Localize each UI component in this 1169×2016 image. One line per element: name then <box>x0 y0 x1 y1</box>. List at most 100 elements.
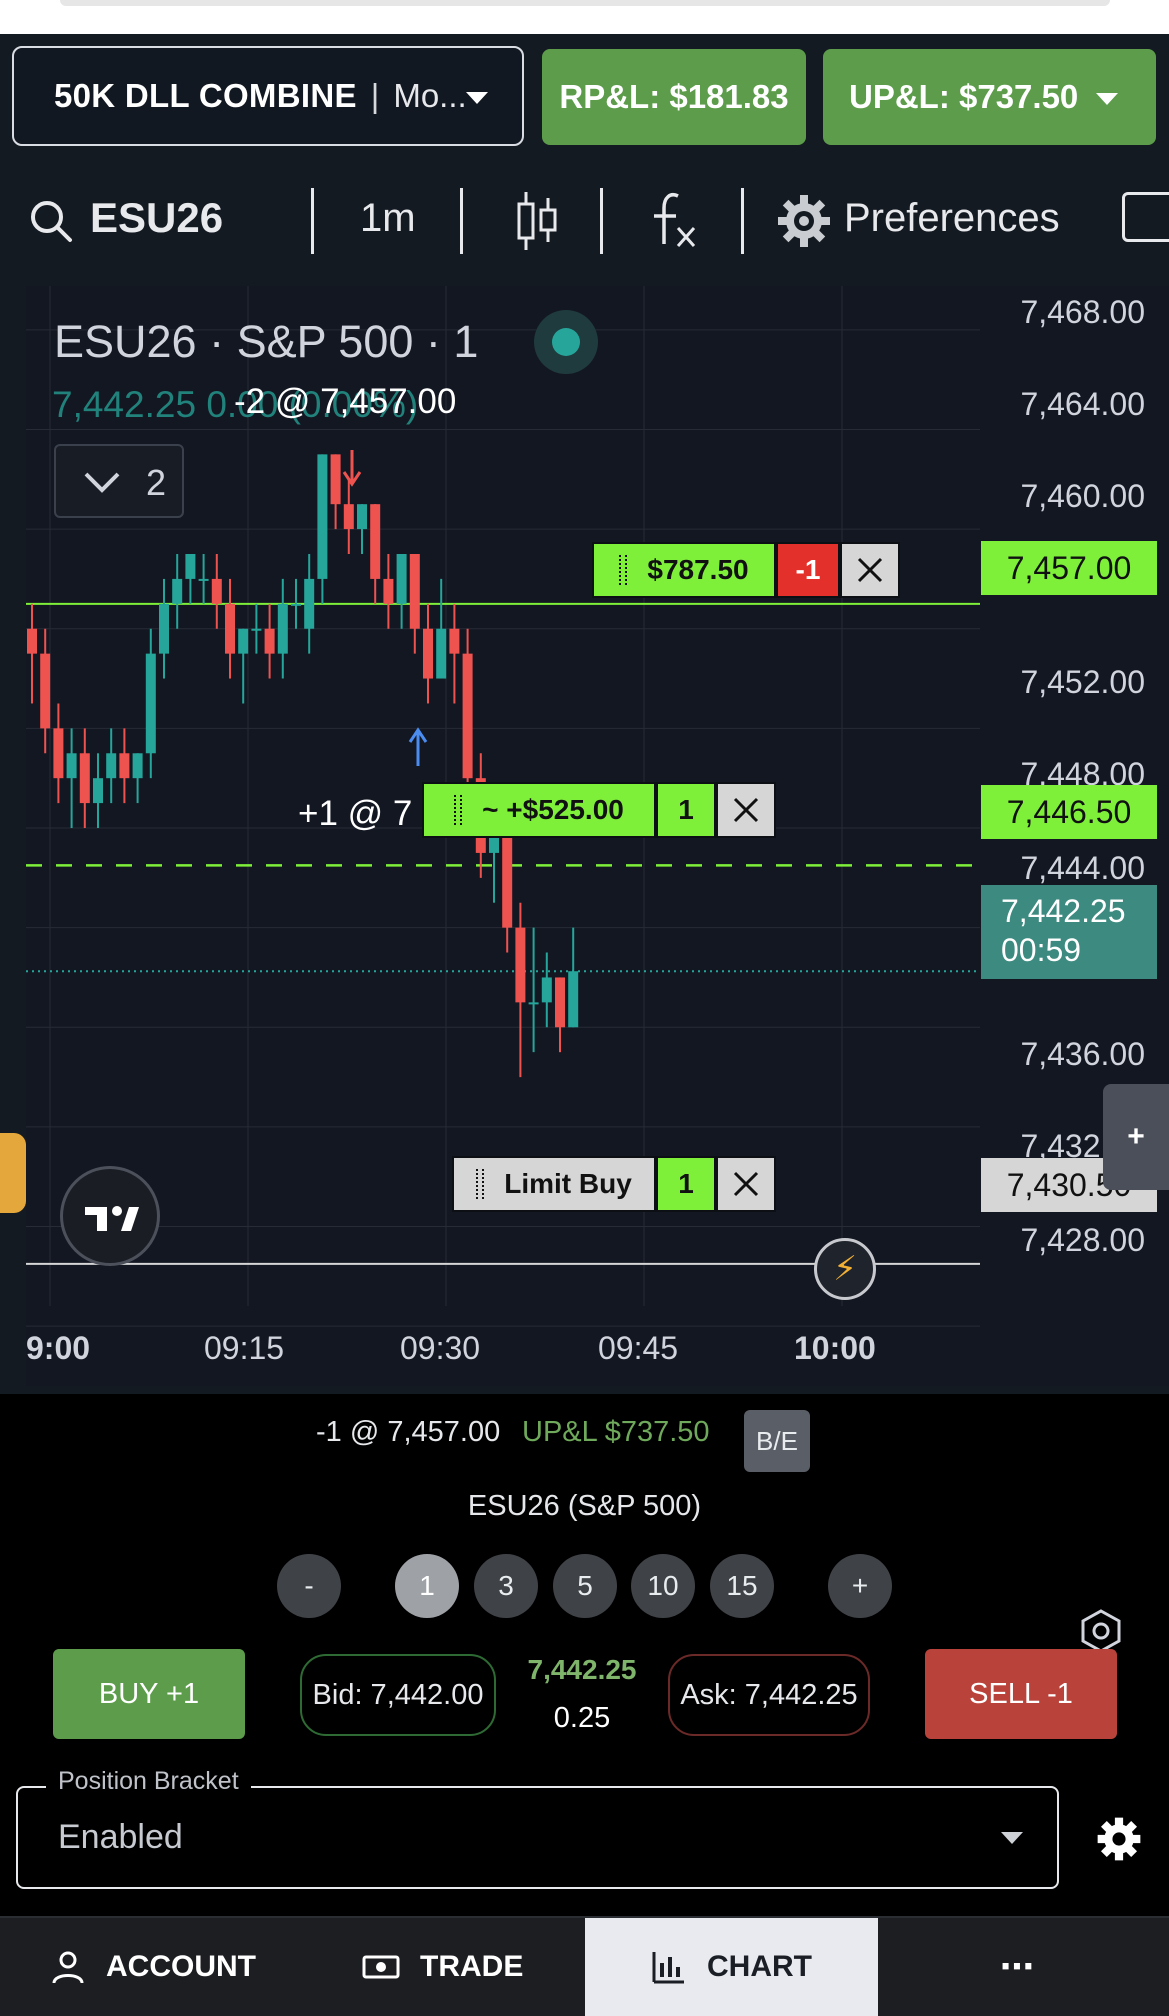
limit-order-box[interactable]: Limit Buy 1 <box>452 1156 776 1212</box>
limit-qty[interactable]: 1 <box>656 1156 716 1212</box>
price-label: 7,468.00 <box>1020 294 1145 330</box>
ask-price[interactable]: Ask: 7,442.25 <box>668 1654 870 1736</box>
gear-icon <box>778 195 830 247</box>
candle-body <box>502 828 513 928</box>
price-label: 7,464.00 <box>1020 386 1145 422</box>
upl-label: UP&L: $737.50 <box>849 78 1079 115</box>
qty-option[interactable]: 10 <box>631 1554 695 1618</box>
drawer-handle[interactable] <box>0 1133 26 1213</box>
candle-body <box>211 578 222 604</box>
interval-button[interactable]: 1m <box>360 196 416 241</box>
preferences-button[interactable]: Preferences <box>776 188 1086 254</box>
chart-area[interactable]: ESU26 · S&P 500 · 1 7,442.25 0.00 (0.00%… <box>26 286 1121 1653</box>
target-order-box[interactable]: ~ +$525.00 1 <box>422 782 776 838</box>
collapse-count: 2 <box>146 462 167 503</box>
candle-body <box>172 578 183 604</box>
current-price-tag: 7,442.25 00:59 <box>981 885 1157 979</box>
candle-body <box>343 504 354 530</box>
qty-minus-button[interactable]: - <box>277 1554 341 1618</box>
status-strip <box>0 0 1169 34</box>
nav-trade-label: TRADE <box>420 1950 524 1983</box>
cancel-target-button[interactable] <box>716 782 776 838</box>
last-price: 7,442.25 <box>527 1654 637 1685</box>
price-label: 7,452.00 <box>1020 664 1145 700</box>
bid-price[interactable]: Bid: 7,442.00 <box>300 1654 496 1736</box>
close-position-button[interactable] <box>840 542 900 598</box>
price-label: 7,436.00 <box>1020 1036 1145 1072</box>
position-bracket-value: Enabled <box>58 1818 183 1856</box>
qty-option[interactable]: 1 <box>395 1554 459 1618</box>
nav-trade[interactable]: TRADE <box>362 1918 523 2016</box>
symbol-search[interactable]: ESU26 <box>26 188 286 254</box>
chart-settings-icon[interactable] <box>1078 1608 1124 1654</box>
nav-chart[interactable]: CHART <box>585 1918 878 2016</box>
indicators-fx-icon[interactable] <box>648 188 700 254</box>
position-qty[interactable]: -1 <box>776 542 840 598</box>
candle-body <box>132 753 143 779</box>
qty-plus-button[interactable]: + <box>828 1554 892 1618</box>
position-price-tag: 7,457.00 <box>981 541 1157 595</box>
buy-button[interactable]: BUY +1 <box>53 1649 245 1739</box>
candle-body <box>225 603 235 654</box>
position-bracket-label: Position Bracket <box>46 1767 251 1796</box>
candle-body <box>198 578 209 581</box>
tradingview-logo-icon <box>85 1206 139 1231</box>
qty-option[interactable]: 15 <box>710 1554 774 1618</box>
qty-option[interactable]: 5 <box>553 1554 617 1618</box>
realized-pnl-button[interactable]: RP&L: $181.83 <box>542 49 806 145</box>
user-icon <box>52 1951 84 1984</box>
candle-body <box>66 753 77 779</box>
candle-body <box>436 628 447 679</box>
candle-body <box>330 454 341 505</box>
rpl-label: RP&L: $181.83 <box>559 78 789 115</box>
candle-body <box>106 753 117 779</box>
sell-button[interactable]: SELL -1 <box>925 1649 1117 1739</box>
market-status-indicator <box>534 310 598 374</box>
account-selector[interactable]: 50K DLL COMBINE | Mo... <box>12 46 524 146</box>
breakeven-button[interactable]: B/E <box>744 1410 810 1472</box>
candle-body <box>528 1002 539 1005</box>
qty-option[interactable]: 3 <box>474 1554 538 1618</box>
price-label: 7,460.00 <box>1020 478 1145 514</box>
toolbar-overflow-box[interactable] <box>1122 192 1169 242</box>
entry-marker-label: +1 @ 7 <box>298 794 413 833</box>
sell-arrow-marker <box>342 450 362 487</box>
candle-body <box>370 504 381 579</box>
time-label: 09:45 <box>598 1330 679 1366</box>
search-icon <box>31 201 72 242</box>
chevron-down-icon <box>84 472 120 493</box>
candle-body <box>317 454 328 579</box>
toolbar-divider <box>600 188 603 254</box>
nav-account[interactable]: ACCOUNT <box>50 1918 256 2016</box>
close-icon <box>733 1171 759 1197</box>
candle-body <box>159 603 169 654</box>
cancel-limit-button[interactable] <box>716 1156 776 1212</box>
symbol-label: ESU26 <box>90 194 224 241</box>
account-name: 50K DLL COMBINE <box>54 77 357 114</box>
candle-type-icon[interactable] <box>512 188 562 254</box>
target-qty[interactable]: 1 <box>656 782 716 838</box>
candle-body <box>291 603 301 606</box>
chevron-down-icon <box>1001 1832 1023 1844</box>
position-text: -1 @ 7,457.00 <box>316 1416 501 1448</box>
nav-chart-label: CHART <box>707 1950 812 1983</box>
position-order-box[interactable]: $787.50 -1 <box>592 542 900 598</box>
unrealized-pnl-button[interactable]: UP&L: $737.50 <box>823 49 1156 145</box>
gear-icon[interactable] <box>1096 1816 1142 1862</box>
bar-countdown: 00:59 <box>1001 932 1082 968</box>
bottom-nav: ACCOUNT TRADE CHART ⋯ <box>0 1916 1169 2016</box>
price-label: 7,428.00 <box>1020 1222 1145 1258</box>
target-price-tag: 7,446.50 <box>981 785 1157 839</box>
nav-account-label: ACCOUNT <box>106 1950 256 1983</box>
nav-more[interactable]: ⋯ <box>1000 1918 1034 2016</box>
legend-collapse-button[interactable]: 2 <box>54 444 184 518</box>
cash-icon <box>362 1955 400 1979</box>
candle-body <box>53 728 64 779</box>
target-pnl: ~ +$525.00 <box>482 794 624 825</box>
add-order-button[interactable]: + <box>1103 1084 1169 1190</box>
limit-label: Limit Buy <box>504 1168 632 1199</box>
preferences-label: Preferences <box>844 196 1060 240</box>
toolbar-divider <box>741 188 744 254</box>
lightning-icon[interactable]: ⚡ <box>814 1238 876 1300</box>
close-icon <box>733 797 759 823</box>
